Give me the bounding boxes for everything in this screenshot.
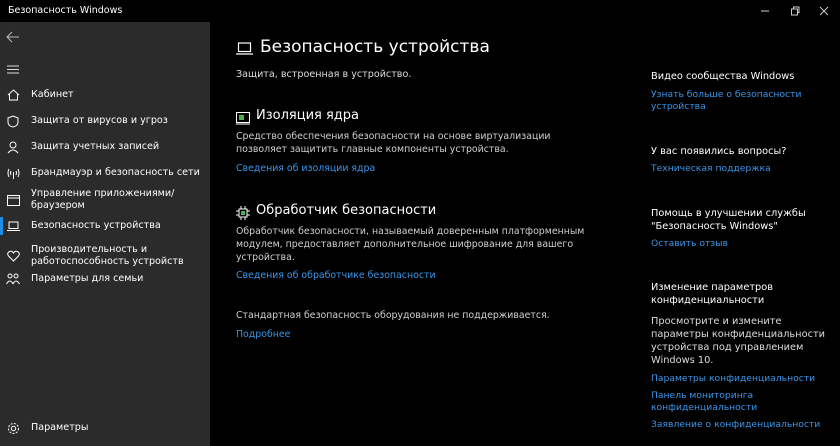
back-arrow-icon [6, 31, 19, 43]
heart-icon [6, 249, 20, 263]
core-isolation-title: Изоляция ядра [256, 108, 359, 123]
app-window-icon [6, 193, 20, 207]
sidebar-item-label: Управление приложениями/браузером [31, 188, 175, 211]
privacy-heading-line2: конфиденциальности [651, 295, 765, 306]
privacy-text-line2: параметры конфиденциальности [651, 329, 826, 340]
shield-icon [6, 114, 20, 128]
learn-more-link[interactable]: Подробнее [236, 329, 290, 340]
privacy-dashboard-link-line2[interactable]: конфиденциальности [651, 402, 757, 415]
questions-heading: У вас появились вопросы? [651, 146, 787, 157]
sidebar-item-device-security[interactable]: Безопасность устройства [0, 215, 210, 237]
privacy-statement-link[interactable]: Заявление о конфиденциальности [651, 419, 820, 432]
restore-icon [791, 6, 800, 16]
security-processor-text-line3: устройства. [236, 252, 295, 263]
sidebar-item-label: Защита от вирусов и угроз [31, 115, 168, 126]
laptop-icon [6, 219, 20, 233]
security-processor-text-line1: Обработчик безопасности, называемый дове… [236, 226, 585, 237]
core-isolation-text-line1: Средство обеспечения безопасности на осн… [236, 131, 551, 142]
wifi-signal-icon [6, 166, 20, 180]
sidebar-item-label: Безопасность устройства [31, 220, 161, 231]
privacy-settings-link[interactable]: Параметры конфиденциальности [651, 373, 815, 386]
sidebar-item-app-browser-control[interactable]: Управление приложениями/браузером [0, 188, 210, 211]
community-link-line2[interactable]: устройства [651, 101, 706, 114]
sidebar-item-home[interactable]: Кабинет [0, 84, 210, 106]
security-processor-text-line2: модулем, предоставляет дополнительное ши… [236, 239, 574, 250]
person-icon [6, 140, 20, 154]
sidebar-item-label: Брандмауэр и безопасность сети [31, 167, 200, 178]
close-button[interactable] [808, 0, 840, 22]
close-icon [819, 6, 829, 16]
security-processor-title: Обработчик безопасности [256, 203, 437, 218]
improve-heading-line1: Помощь в улучшении службы [651, 208, 806, 219]
minimize-button[interactable] [749, 0, 781, 22]
feedback-link[interactable]: Оставить отзыв [651, 238, 728, 251]
core-isolation-icon [236, 110, 250, 129]
hardware-security-status: Стандартная безопасность оборудования не… [236, 310, 550, 321]
minimize-icon [761, 10, 769, 12]
menu-button[interactable] [7, 59, 19, 74]
core-isolation-text-line2: позволяет защитить главные компоненты ус… [236, 144, 509, 155]
sidebar-item-family-options[interactable]: Параметры для семьи [0, 268, 210, 290]
family-icon [6, 272, 20, 286]
community-video-heading: Видео сообщества Windows [651, 71, 795, 82]
sidebar-item-settings[interactable]: Параметры [0, 417, 210, 439]
settings-label: Параметры [31, 422, 89, 433]
privacy-text-line1: Просмотрите и измените [651, 316, 782, 327]
tech-support-link[interactable]: Техническая поддержка [651, 163, 771, 176]
privacy-text-line3: устройства под управлением [651, 342, 804, 353]
chip-icon [236, 205, 250, 224]
title-bar: Безопасность Windows [0, 0, 840, 22]
sidebar-item-virus-protection[interactable]: Защита от вирусов и угроз [0, 110, 210, 132]
page-title: Безопасность устройства [260, 37, 490, 57]
hamburger-icon [7, 65, 19, 74]
sidebar-item-device-performance[interactable]: Производительность и работоспособность у… [0, 241, 210, 271]
sidebar-item-label: Параметры для семьи [31, 273, 144, 284]
core-isolation-details-link[interactable]: Сведения об изоляции ядра [236, 163, 375, 174]
gear-icon [6, 421, 20, 435]
sidebar-item-label: Защита учетных записей [31, 141, 160, 152]
window-title: Безопасность Windows [8, 5, 123, 16]
sidebar-item-firewall[interactable]: Брандмауэр и безопасность сети [0, 162, 210, 184]
sidebar-item-label: Производительность и работоспособность у… [31, 244, 184, 267]
security-processor-details-link[interactable]: Сведения об обработчике безопасности [236, 270, 436, 281]
sidebar-item-account-protection[interactable]: Защита учетных записей [0, 136, 210, 158]
sidebar: Кабинет Защита от вирусов и угроз Защита… [0, 22, 210, 446]
privacy-text-line4: Windows 10. [651, 355, 714, 366]
sidebar-item-label: Кабинет [31, 89, 74, 100]
page-subtitle: Защита, встроенная в устройство. [236, 69, 412, 80]
privacy-heading-line1: Изменение параметров [651, 282, 774, 293]
privacy-dashboard-link-line1[interactable]: Панель мониторинга [651, 390, 753, 403]
improve-heading-line2: "Безопасность Windows" [651, 221, 778, 232]
maximize-button[interactable] [779, 0, 811, 22]
community-link-line1[interactable]: Узнать больше о безопасности [651, 89, 801, 102]
laptop-icon [236, 40, 253, 59]
home-icon [6, 88, 20, 102]
back-button[interactable] [6, 28, 22, 43]
